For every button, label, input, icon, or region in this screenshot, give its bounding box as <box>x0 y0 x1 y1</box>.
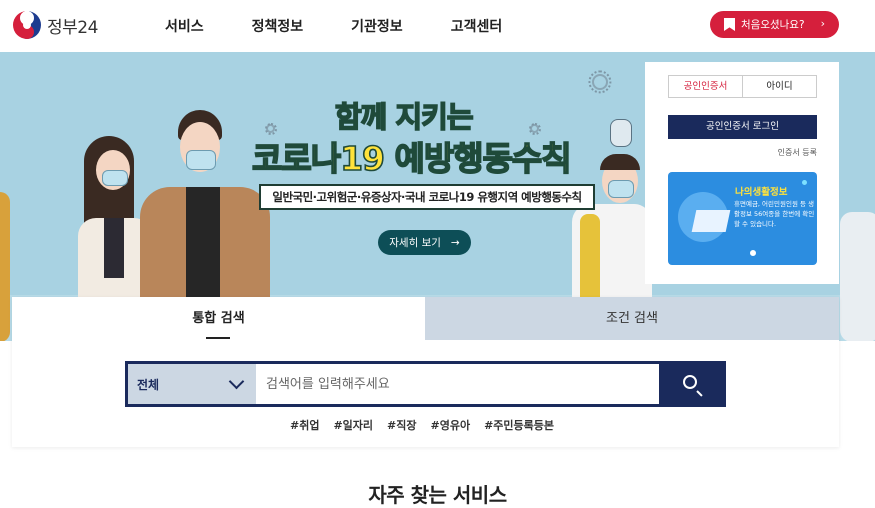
life-info-promo[interactable]: 나의생활정보 휴면예금, 어린민원인원 등 생활정보 56여종을 한번에 확인할… <box>668 172 817 265</box>
search-input[interactable] <box>256 364 659 404</box>
search-button[interactable] <box>659 364 723 404</box>
promo-card-illustration <box>691 210 731 232</box>
illustration-person-right <box>840 172 875 341</box>
active-tab-underline <box>206 337 230 339</box>
chevron-down-icon <box>228 373 245 390</box>
popular-tags: #취업 #일자리 #직장 #영유아 #주민등록등본 <box>290 417 554 433</box>
banner-title-line1: 함께 지키는 <box>334 99 474 135</box>
search-icon <box>683 375 697 389</box>
site-logo[interactable]: 정부24 <box>12 10 98 40</box>
promo-page-indicator[interactable] <box>750 250 756 256</box>
nav-item-customer-center[interactable]: 고객센터 <box>451 16 503 36</box>
search-category-select[interactable]: 전체 <box>128 364 256 404</box>
tab-id[interactable]: 아이디 <box>743 76 816 97</box>
tag-link[interactable]: #주민등록등본 <box>484 417 554 433</box>
illustration-person-edge <box>0 142 10 341</box>
bookmark-icon <box>724 18 735 31</box>
tag-link[interactable]: #취업 <box>290 417 319 433</box>
arrow-right-icon: → <box>450 236 460 249</box>
banner-subtitle: 일반국민·고위험군·유증상자·국내 코로나19 유행지역 예방행동수칙 <box>259 184 595 210</box>
logo-text: 정부24 <box>47 17 98 38</box>
first-visit-button[interactable]: 처음오셨나요? › <box>710 11 839 38</box>
search-card: 통합 검색 조건 검색 전체 #취업 #일자리 #직장 #영유아 #주민등록등본 <box>12 297 839 447</box>
tag-link[interactable]: #직장 <box>387 417 416 433</box>
banner-more-button[interactable]: 자세히 보기 → <box>378 230 471 255</box>
nav-item-services[interactable]: 서비스 <box>165 16 204 36</box>
search-category-value: 전체 <box>137 377 160 392</box>
main-nav: 서비스 정책정보 기관정보 고객센터 <box>165 16 550 36</box>
tag-link[interactable]: #영유아 <box>431 417 471 433</box>
certificate-register-link[interactable]: 인증서 등록 <box>778 147 817 158</box>
tab-condition-search[interactable]: 조건 검색 <box>425 297 839 340</box>
tab-integrated-search[interactable]: 통합 검색 <box>12 297 425 340</box>
login-tabs: 공인인증서 아이디 <box>668 75 817 98</box>
login-panel: 공인인증서 아이디 공인인증서 로그인 인증서 등록 나의생활정보 휴면예금, … <box>645 62 839 284</box>
virus-icon <box>592 74 608 90</box>
tag-link[interactable]: #일자리 <box>333 417 373 433</box>
promo-title: 나의생활정보 <box>735 187 788 198</box>
banner-title-line2: 코로나19 예방행동수칙 <box>251 138 572 179</box>
site-header: 정부24 서비스 정책정보 기관정보 고객센터 처음오셨나요? › <box>0 0 875 52</box>
tab-integrated-search-label: 통합 검색 <box>192 311 245 326</box>
taegeuk-logo-icon <box>13 11 41 39</box>
chevron-right-icon: › <box>820 17 825 30</box>
nav-item-policy-info[interactable]: 정책정보 <box>252 16 304 36</box>
first-visit-label: 처음오셨나요? <box>741 19 805 31</box>
frequent-services-title: 자주 찾는 서비스 <box>368 483 507 507</box>
tab-certificate[interactable]: 공인인증서 <box>669 76 743 97</box>
search-bar: 전체 <box>125 361 726 407</box>
more-button-label: 자세히 보기 <box>389 237 441 249</box>
promo-text: 휴면예금, 어린민원인원 등 생활정보 56여종을 한번에 확인할 수 있습니다… <box>734 200 815 228</box>
certificate-login-button[interactable]: 공인인증서 로그인 <box>668 115 817 139</box>
promo-sparkle-icon <box>802 180 807 185</box>
nav-item-agency-info[interactable]: 기관정보 <box>351 16 403 36</box>
